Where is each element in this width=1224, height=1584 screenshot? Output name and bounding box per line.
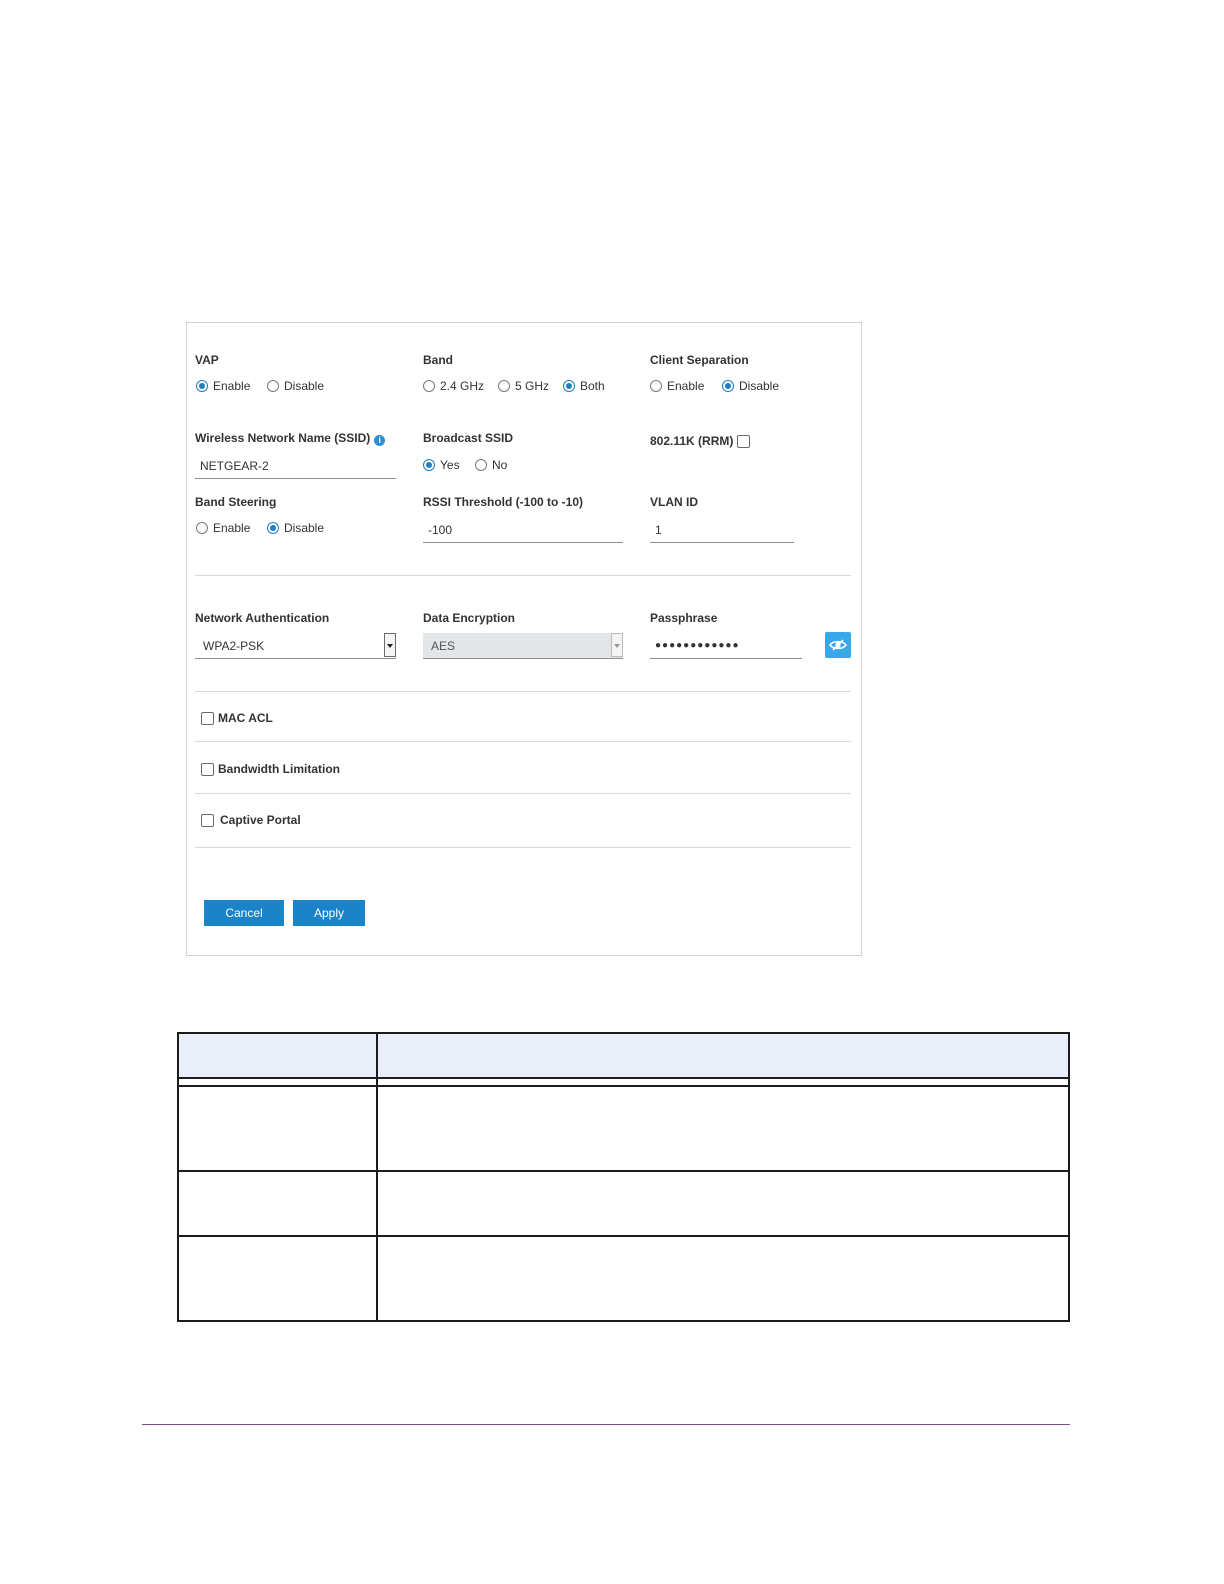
band-5ghz-label: 5 GHz [515,379,550,393]
data-encryption-select: AES [423,633,623,659]
band-24ghz-radio[interactable]: 2.4 GHz [423,379,484,393]
apply-button[interactable]: Apply [293,900,365,926]
bandwidth-limitation-checkbox[interactable] [201,762,214,776]
vap-disable-radio[interactable]: Disable [267,379,324,393]
client-separation-label: Client Separation [650,353,749,367]
mac-acl-checkbox[interactable] [201,711,214,725]
band-label: Band [423,353,453,367]
band-both-radio[interactable]: Both [563,379,605,393]
broadcast-ssid-no-radio[interactable]: No [475,458,507,472]
vlan-id-input[interactable]: 1 [650,519,794,543]
chevron-down-icon[interactable] [384,633,396,657]
radio-unselected-icon [475,459,487,471]
band-24ghz-label: 2.4 GHz [440,379,485,393]
rssi-threshold-input[interactable]: -100 [423,519,623,543]
network-authentication-label: Network Authentication [195,611,330,625]
rrm-checkbox[interactable] [737,434,751,448]
footer-rule [142,1424,1070,1425]
section-divider [195,847,851,848]
band-steering-disable-radio[interactable]: Disable [267,521,324,535]
band-both-label: Both [580,379,605,393]
vap-enable-label: Enable [213,379,251,393]
rrm-checkbox-row[interactable]: 802.11K (RRM) [650,434,751,448]
mac-acl-checkbox-row[interactable]: MAC ACL [201,711,273,725]
section-divider [195,575,851,576]
ssid-label: Wireless Network Name (SSID) i [195,431,386,446]
radio-unselected-icon [423,380,435,392]
broadcast-ssid-yes-radio[interactable]: Yes [423,458,460,472]
chevron-down-icon [611,633,623,657]
vap-settings-panel: VAP Enable Disable Band 2.4 GHz 5 GHz Bo… [186,322,862,956]
captive-portal-label: Captive Portal [220,813,301,827]
table-rule [179,1235,1068,1237]
cancel-button[interactable]: Cancel [204,900,284,926]
radio-unselected-icon [650,380,662,392]
section-divider [195,741,851,742]
client-separation-enable-label: Enable [667,379,705,393]
ssid-label-text: Wireless Network Name (SSID) [195,431,371,445]
ssid-input[interactable]: NETGEAR-2 [195,455,396,479]
vap-label: VAP [195,353,219,367]
settings-description-table [177,1032,1070,1322]
radio-selected-icon [423,459,435,471]
band-steering-disable-label: Disable [284,521,325,535]
radio-selected-icon [196,380,208,392]
vlan-id-label: VLAN ID [650,495,698,509]
radio-selected-icon [267,522,279,534]
bandwidth-limitation-label: Bandwidth Limitation [218,762,340,776]
table-rule [179,1077,1068,1079]
band-steering-enable-radio[interactable]: Enable [196,521,250,535]
radio-selected-icon [722,380,734,392]
broadcast-ssid-yes-label: Yes [440,458,460,472]
data-encryption-label: Data Encryption [423,611,516,625]
passphrase-label: Passphrase [650,611,718,625]
band-steering-label: Band Steering [195,495,277,509]
mac-acl-label: MAC ACL [218,711,273,725]
network-authentication-select[interactable]: WPA2-PSK [195,633,396,659]
client-separation-enable-radio[interactable]: Enable [650,379,704,393]
client-separation-disable-radio[interactable]: Disable [722,379,779,393]
network-authentication-value: WPA2-PSK [203,639,265,653]
table-rule [179,1170,1068,1172]
bandwidth-limitation-checkbox-row[interactable]: Bandwidth Limitation [201,762,340,776]
rrm-label: 802.11K (RRM) [650,434,734,448]
client-separation-disable-label: Disable [739,379,780,393]
radio-unselected-icon [267,380,279,392]
broadcast-ssid-label: Broadcast SSID [423,431,514,445]
rssi-threshold-label: RSSI Threshold (-100 to -10) [423,495,584,509]
data-encryption-value: AES [431,639,456,653]
vap-enable-radio[interactable]: Enable [196,379,250,393]
section-divider [195,691,851,692]
show-passphrase-button[interactable] [825,632,851,658]
table-rule [179,1085,1068,1087]
radio-selected-icon [563,380,575,392]
section-divider [195,793,851,794]
band-5ghz-radio[interactable]: 5 GHz [498,379,549,393]
passphrase-input[interactable]: ●●●●●●●●●●●● [650,635,802,659]
captive-portal-checkbox[interactable] [201,813,214,827]
radio-unselected-icon [498,380,510,392]
table-column-divider [376,1034,378,1320]
eye-icon [829,639,847,651]
band-steering-enable-label: Enable [213,521,251,535]
table-header-row [179,1034,1068,1077]
vap-disable-label: Disable [284,379,325,393]
captive-portal-checkbox-row[interactable]: Captive Portal [201,813,301,827]
info-icon[interactable]: i [374,435,386,446]
broadcast-ssid-no-label: No [492,458,508,472]
radio-unselected-icon [196,522,208,534]
